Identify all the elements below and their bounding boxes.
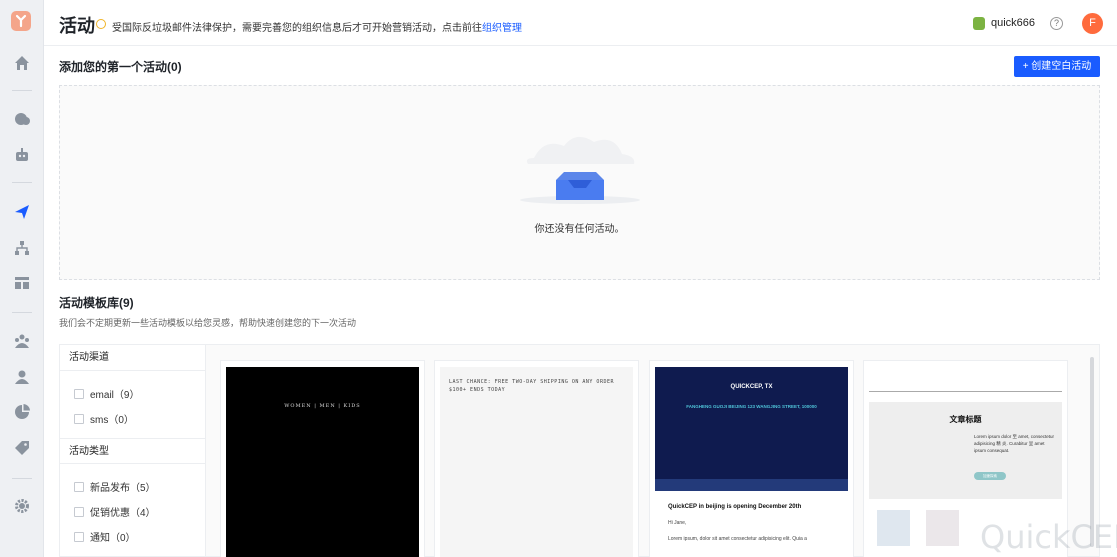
group-icon[interactable] [11,330,33,352]
template-body: Lorem ipsum, dolor sit amet consectetur … [668,536,807,542]
templates-section-subtitle: 我们会不定期更新一些活动模板以给您灵感，帮助快速创建您的下一次活动 [59,318,357,328]
user-icon[interactable] [11,366,33,388]
sidebar [0,0,44,557]
template-thumbnail [926,510,959,546]
pie-chart-icon[interactable] [11,401,33,423]
template-cta-button: 加速探索 [974,472,1006,480]
filter-label: 通知（0） [90,533,136,544]
filter-type-new-release[interactable]: 新品发布（5） [74,479,156,494]
template-preview: WOMEN | MEN | KIDS [226,367,419,557]
template-preview: QUICKCEP, TX FANGHENG GUOJI BEIJING 123 … [655,367,848,491]
create-blank-campaign-button[interactable]: + 创建空白活动 [1014,56,1100,77]
empty-box-illustration-icon [520,136,640,204]
template-body: Lorem ipsum dolor 至 amet, consectetur ad… [974,434,1055,453]
bot-icon[interactable] [11,144,33,166]
filter-label: 新品发布（5） [90,483,156,494]
filter-label: email（9） [90,390,140,401]
checkbox-email[interactable] [74,388,84,399]
template-thumbnail [877,510,910,546]
filter-channel-title: 活动渠道 [60,345,205,371]
shop-icon [973,17,985,30]
home-icon[interactable] [11,52,33,74]
page-title: 活动 [59,16,95,36]
template-card[interactable]: QUICKCEP, TX FANGHENG GUOJI BEIJING 123 … [649,360,854,557]
filter-type-promotion[interactable]: 促销优惠（4） [74,504,156,519]
help-icon[interactable]: ? [1050,17,1063,30]
template-band [655,479,848,491]
templates-section-title: 活动模板库(9) [59,296,134,310]
template-company: QUICKCEP, TX [730,384,773,390]
template-greeting: Hi Jane, [668,520,687,526]
filter-type-notification[interactable]: 通知（0） [74,529,136,544]
template-preview: 文章标题 Lorem ipsum dolor 至 amet, consectet… [869,402,1062,499]
template-banner-text: LAST CHANCE: FREE TWO-DAY SHIPPING ON AN… [449,379,614,393]
template-gallery: WOMEN | MEN | KIDS LAST CHANCE: FREE TWO… [206,344,1100,557]
chat-icon[interactable] [11,108,33,130]
template-divider [869,391,1062,392]
template-heading: 文章标题 [949,415,982,424]
send-campaign-icon[interactable] [11,201,33,223]
filter-type-title: 活动类型 [60,438,205,464]
settings-gear-icon[interactable] [11,495,33,517]
template-card[interactable]: WOMEN | MEN | KIDS [220,360,425,557]
checkbox-sms[interactable] [74,413,84,424]
sidebar-divider [12,182,32,183]
campaigns-section-title: 添加您的第一个活动(0) [59,60,182,74]
template-nav-text: WOMEN | MEN | KIDS [284,403,361,409]
filter-label: sms（0） [90,415,134,426]
warning-icon [96,19,106,29]
layout-icon[interactable] [11,272,33,294]
sidebar-divider [12,478,32,479]
filter-channel-sms[interactable]: sms（0） [74,411,134,426]
template-headline: QuickCEP in beijing is opening December … [668,504,802,510]
app-logo-icon[interactable] [10,10,32,32]
template-filter-panel: 活动渠道 email（9） sms（0） 活动类型 新品发布（5） 促销优惠（4… [59,344,206,557]
checkbox-notification[interactable] [74,531,84,542]
checkbox-new-release[interactable] [74,481,84,492]
empty-campaigns-placeholder: 你还没有任何活动。 [59,85,1100,280]
avatar[interactable]: F [1082,13,1103,34]
sidebar-divider [12,312,32,313]
filter-label: 促销优惠（4） [90,508,156,519]
compliance-notice: 受国际反垃圾邮件法律保护，需要完善您的组织信息后才可开始营销活动，点击前往组织管… [112,19,522,34]
filter-channel-email[interactable]: email（9） [74,386,139,401]
empty-campaigns-text: 你还没有任何活动。 [534,224,625,235]
sidebar-divider [12,90,32,91]
watermark: QuickCEP [980,518,1117,556]
template-preview: LAST CHANCE: FREE TWO-DAY SHIPPING ON AN… [440,367,633,557]
tag-icon[interactable] [11,437,33,459]
template-address: FANGHENG GUOJI BEIJING 123 WANGJING STRE… [686,404,817,409]
notice-text: 受国际反垃圾邮件法律保护，需要完善您的组织信息后才可开始营销活动，点击前往 [112,23,482,34]
template-card[interactable]: LAST CHANCE: FREE TWO-DAY SHIPPING ON AN… [434,360,639,557]
checkbox-promotion[interactable] [74,506,84,517]
top-header: 活动 受国际反垃圾邮件法律保护，需要完善您的组织信息后才可开始营销活动，点击前往… [44,0,1117,46]
username[interactable]: quick666 [991,17,1035,29]
org-management-link[interactable]: 组织管理 [482,23,522,34]
org-tree-icon[interactable] [11,237,33,259]
